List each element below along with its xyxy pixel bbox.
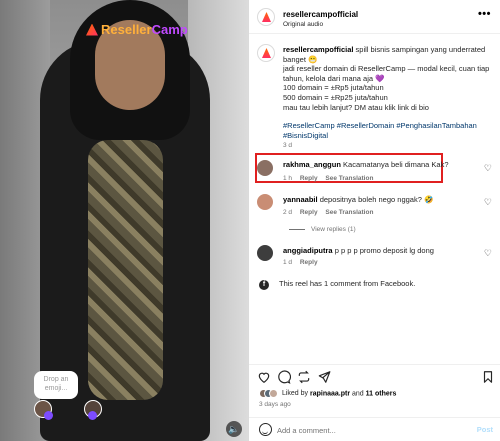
account-avatar[interactable] — [257, 8, 275, 26]
view-replies-button[interactable]: View replies (1) — [289, 226, 356, 233]
facebook-icon: f — [259, 280, 269, 290]
reply-button[interactable]: Reply — [300, 209, 318, 216]
action-bar — [249, 364, 500, 388]
caption-username[interactable]: resellercampofficial — [283, 45, 353, 54]
comment-meta: 2 d Reply See Translation — [283, 209, 374, 216]
liker-avatar — [269, 389, 278, 398]
liked-by: Liked by rapinaaa.ptr and 11 others — [259, 389, 396, 398]
caption-time[interactable]: 3 d — [283, 142, 292, 149]
audio-label[interactable]: Original audio — [283, 21, 323, 28]
add-comment-bar: Post — [249, 417, 500, 441]
likes-count[interactable]: 11 others — [366, 390, 397, 397]
see-translation-button[interactable]: See Translation — [325, 209, 373, 216]
resellercamp-logo-icon — [86, 23, 98, 36]
viewer-badge-icon — [88, 411, 97, 420]
comment-input[interactable] — [277, 423, 457, 437]
repost-icon[interactable] — [297, 370, 311, 384]
viewer-badge-icon — [44, 411, 53, 420]
comment-text: yannaabil depositnya boleh nego nggak? 🤣 — [283, 195, 434, 204]
comment-avatar[interactable] — [257, 160, 273, 176]
video-person-scarf — [88, 140, 163, 400]
comment-text: rakhma_anggun Kacamatanya beli dimana Ka… — [283, 160, 449, 169]
reply-button[interactable]: Reply — [300, 259, 318, 266]
heart-icon[interactable]: ♡ — [484, 163, 492, 174]
reply-button[interactable]: Reply — [300, 175, 318, 182]
reel-video[interactable]: ResellerCamp Drop an emoji... 🔈 — [0, 0, 248, 441]
bookmark-icon[interactable] — [481, 370, 495, 384]
comment-avatar[interactable] — [257, 245, 273, 261]
video-watermark-logo: ResellerCamp — [86, 22, 188, 37]
like-icon[interactable] — [257, 370, 271, 384]
share-icon[interactable] — [317, 370, 331, 384]
comment-avatar[interactable] — [257, 194, 273, 210]
comment-username[interactable]: anggiadiputra — [283, 246, 333, 255]
comment-text: anggiadiputra p p p p promo deposit lg d… — [283, 246, 434, 255]
post-button[interactable]: Post — [477, 425, 493, 434]
post-date[interactable]: 3 days ago — [259, 401, 291, 408]
caption-avatar[interactable] — [257, 44, 275, 62]
comment-meta: 1 h Reply See Translation — [283, 175, 374, 182]
more-options-icon[interactable]: ••• — [478, 8, 491, 20]
mute-icon[interactable]: 🔈 — [226, 421, 242, 437]
post-panel: resellercampofficial Original audio ••• … — [248, 0, 500, 441]
liker-username[interactable]: rapinaaa.ptr — [310, 390, 350, 397]
header-username[interactable]: resellercampofficial — [283, 10, 358, 19]
comment-username[interactable]: yannaabil — [283, 195, 318, 204]
emoji-drop-bubble[interactable]: Drop an emoji... — [34, 371, 78, 399]
emoji-icon[interactable] — [259, 423, 272, 436]
post-header: resellercampofficial Original audio ••• — [249, 0, 500, 34]
see-translation-button[interactable]: See Translation — [325, 175, 373, 182]
heart-icon[interactable]: ♡ — [484, 248, 492, 259]
caption-text: resellercampofficial spill bisnis sampin… — [283, 45, 490, 112]
comment-meta: 1 d Reply — [283, 259, 318, 266]
comment-username[interactable]: rakhma_anggun — [283, 160, 341, 169]
caption-hashtags[interactable]: #ResellerCamp #ResellerDomain #Penghasil… — [283, 121, 493, 140]
comment-icon[interactable] — [277, 370, 291, 384]
heart-icon[interactable]: ♡ — [484, 197, 492, 208]
facebook-comments-note: f This reel has 1 comment from Facebook. — [259, 279, 415, 290]
